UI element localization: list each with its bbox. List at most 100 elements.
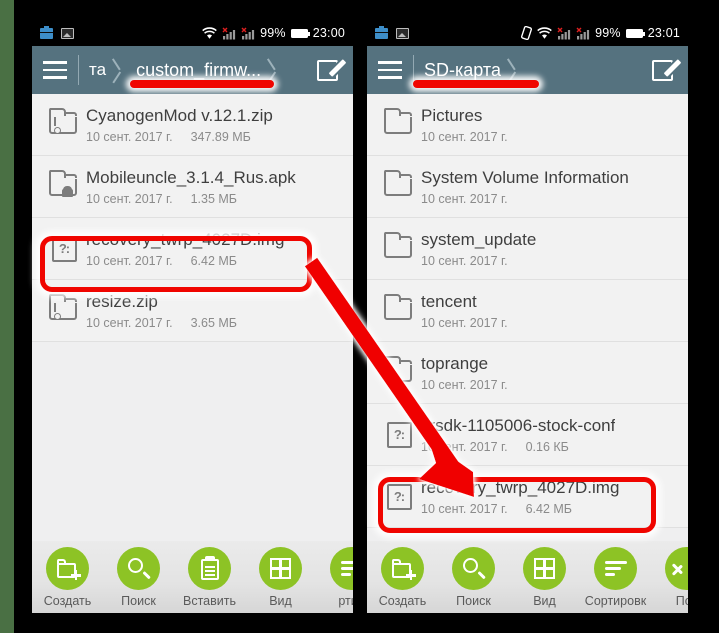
signal-no-sim-1 (222, 27, 236, 40)
show-button-label: Пок (675, 594, 688, 608)
file-size: 3.65 МБ (190, 315, 237, 330)
file-list-left[interactable]: CyanogenMod v.12.1.zip 10 сент. 2017 г. 3… (32, 94, 353, 342)
file-name: recovery_twrp_4027D.img (421, 477, 620, 497)
left-breadcrumb-underline (130, 80, 274, 88)
table-row[interactable]: CyanogenMod v.12.1.zip 10 сент. 2017 г. 3… (32, 94, 353, 156)
search-button[interactable]: Поиск (103, 547, 174, 608)
bottom-toolbar-right: Создать Поиск Вид Сортировк Пок (367, 541, 688, 613)
folder-icon (377, 107, 421, 138)
hamburger-icon[interactable] (367, 46, 413, 94)
file-list-right[interactable]: Pictures 10 сент. 2017 г. System Volume … (367, 94, 688, 528)
clock-label: 23:00 (312, 26, 345, 40)
picture-icon (396, 27, 409, 39)
bottom-toolbar-left: Создать Поиск Вставить Вид ртир (32, 541, 353, 613)
left-edge-strip (0, 0, 14, 633)
view-button-label: Вид (269, 594, 292, 608)
create-button[interactable]: Создать (367, 547, 438, 608)
file-date: 10 сент. 2017 г. (421, 253, 508, 268)
table-row[interactable]: ?: krsdk-1105006-stock-conf 10 сент. 201… (367, 404, 688, 466)
right-breadcrumb-underline (413, 80, 539, 88)
file-size: 0.16 КБ (525, 439, 569, 454)
table-row[interactable]: Mobileuncle_3.1.4_Rus.apk 10 сент. 2017 … (32, 156, 353, 218)
file-name: CyanogenMod v.12.1.zip (86, 105, 273, 125)
briefcase-icon (375, 25, 388, 39)
view-button[interactable]: Вид (245, 547, 316, 608)
hamburger-icon[interactable] (32, 46, 78, 94)
file-meta: 10 сент. 2017 г. 6.42 МБ (86, 253, 284, 269)
folder-icon (377, 231, 421, 262)
file-date: 10 сент. 2017 г. (421, 315, 508, 330)
create-button-label: Создать (43, 594, 92, 608)
signal-no-sim-2 (576, 27, 590, 40)
file-name: system_update (421, 229, 537, 249)
edit-icon[interactable] (301, 46, 353, 94)
sort-button[interactable]: ртир (316, 547, 353, 608)
file-date: 10 сент. 2017 г. (421, 191, 508, 206)
phone-screen-right: 99% 23:01 SD-карта Pictures 10 сент. 201… (367, 20, 688, 613)
table-row[interactable]: toprange 10 сент. 2017 г. (367, 342, 688, 404)
table-row-highlighted[interactable]: ?: recovery_twrp_4027D.img 10 сент. 2017… (32, 218, 353, 280)
folder-icon (377, 293, 421, 324)
file-date: 10 сент. 2017 г. (421, 439, 508, 454)
file-size: 6.42 МБ (525, 501, 572, 516)
app-toolbar-right: SD-карта (367, 46, 688, 94)
sort-icon (594, 547, 637, 590)
chevron-left-icon (665, 547, 688, 590)
status-bar-right-icons: 99% 23:01 (521, 25, 680, 41)
file-meta: 10 сент. 2017 г. 6.42 МБ (421, 501, 619, 517)
battery-icon (625, 28, 646, 38)
file-date: 10 сент. 2017 г. (421, 377, 508, 392)
file-date: 10 сент. 2017 г. (86, 129, 173, 144)
file-size: 6.42 МБ (190, 253, 237, 268)
search-button-label: Поиск (121, 594, 156, 608)
breadcrumb-item-0[interactable]: та (79, 46, 112, 94)
signal-no-sim-1 (557, 27, 571, 40)
file-date: 10 сент. 2017 г. (86, 191, 173, 206)
battery-icon (290, 28, 311, 38)
paste-button[interactable]: Вставить (174, 547, 245, 608)
file-name: tencent (421, 291, 477, 311)
table-row[interactable]: system_update 10 сент. 2017 г. (367, 218, 688, 280)
file-meta: 10 сент. 2017 г. 3.65 МБ (86, 315, 237, 331)
table-row[interactable]: Pictures 10 сент. 2017 г. (367, 94, 688, 156)
table-row[interactable]: resize.zip 10 сент. 2017 г. 3.65 МБ (32, 280, 353, 342)
sort-button[interactable]: Сортировк (580, 547, 651, 608)
folder-icon (377, 169, 421, 200)
sort-icon (330, 547, 353, 590)
file-name: resize.zip (86, 291, 158, 311)
status-bar-left-icons (40, 25, 74, 39)
search-icon (117, 547, 160, 590)
view-button[interactable]: Вид (509, 547, 580, 608)
edit-icon[interactable] (636, 46, 688, 94)
table-row[interactable]: System Volume Information 10 сент. 2017 … (367, 156, 688, 218)
file-name: recovery_twrp_4027D.img (86, 229, 285, 249)
file-date: 10 сент. 2017 г. (421, 129, 508, 144)
signal-no-sim-2 (241, 27, 255, 40)
show-button[interactable]: Пок (651, 547, 688, 608)
vibrate-icon (521, 25, 533, 41)
new-folder-icon (381, 547, 424, 590)
unknown-file-icon: ?: (377, 421, 421, 448)
unknown-file-icon: ?: (377, 483, 421, 510)
battery-percent-label: 99% (260, 26, 286, 40)
table-row-highlighted[interactable]: ?: recovery_twrp_4027D.img 10 сент. 2017… (367, 466, 688, 528)
sort-button-label: ртир (338, 594, 353, 608)
battery-percent-label: 99% (595, 26, 621, 40)
file-name: toprange (421, 353, 489, 373)
view-button-label: Вид (533, 594, 556, 608)
status-bar-right-icons: 99% 23:00 (202, 26, 345, 40)
table-row[interactable]: tencent 10 сент. 2017 г. (367, 280, 688, 342)
file-name: Mobileuncle_3.1.4_Rus.apk (86, 167, 296, 187)
grid-view-icon (259, 547, 302, 590)
file-date: 10 сент. 2017 г. (421, 501, 508, 516)
chevron-right-icon (112, 46, 126, 94)
search-button[interactable]: Поиск (438, 547, 509, 608)
file-size: 347.89 МБ (190, 129, 251, 144)
file-meta: 10 сент. 2017 г. 1.35 МБ (86, 191, 296, 207)
create-button[interactable]: Создать (32, 547, 103, 608)
screenshot-root: 99% 23:00 та custom_firmw... CyanogenMod… (0, 0, 719, 633)
phone-screen-left: 99% 23:00 та custom_firmw... CyanogenMod… (32, 20, 353, 613)
folder-icon (377, 355, 421, 386)
status-bar-right: 99% 23:01 (367, 20, 688, 46)
clock-label: 23:01 (647, 26, 680, 40)
